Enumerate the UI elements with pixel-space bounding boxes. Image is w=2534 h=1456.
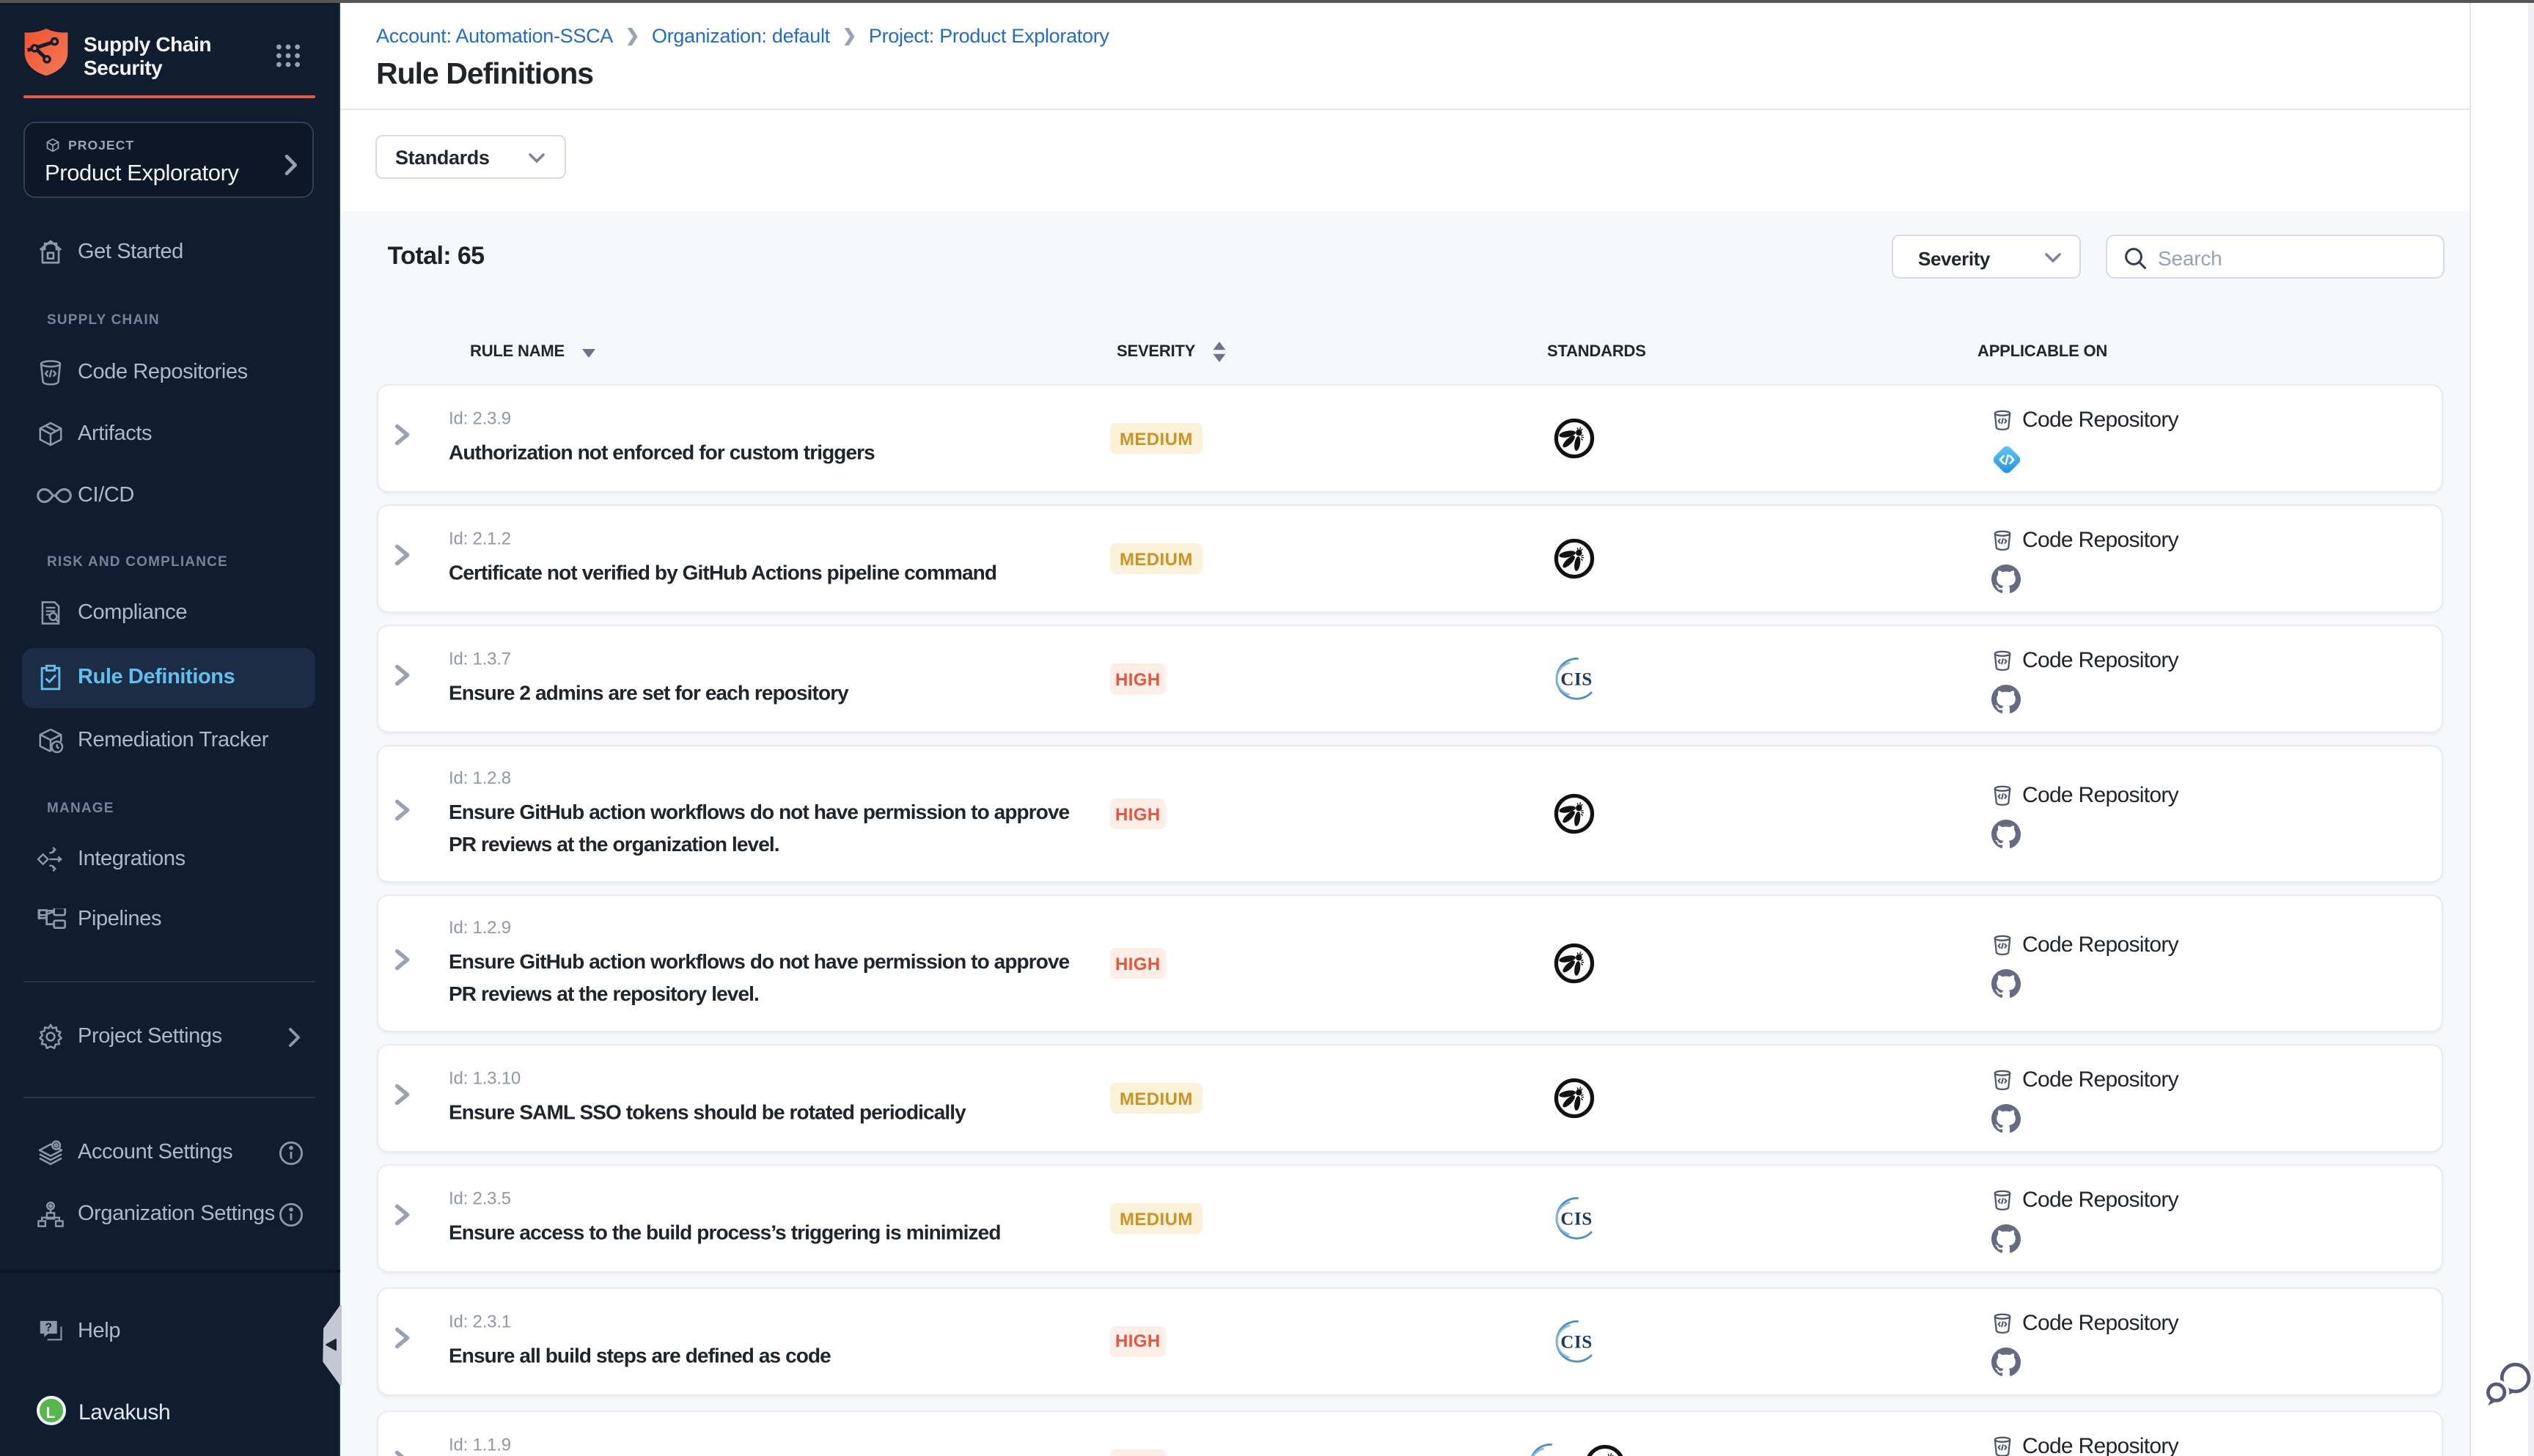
svg-text:?: ?: [45, 1321, 52, 1334]
svg-text:CIS: CIS: [1560, 1332, 1593, 1352]
svg-text:CIS: CIS: [1560, 1210, 1593, 1229]
svg-text:CIS: CIS: [1560, 670, 1593, 690]
